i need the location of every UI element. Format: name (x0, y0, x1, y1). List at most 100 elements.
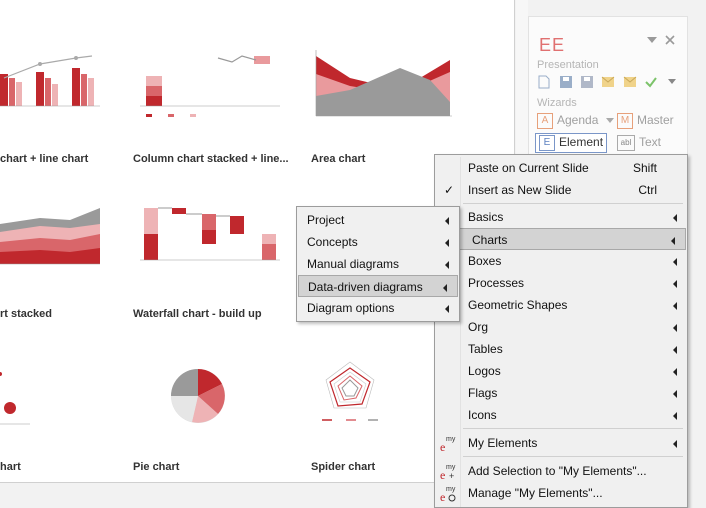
tile-label: chart + line chart (0, 153, 89, 165)
wizards-section-label: Wizards (537, 97, 577, 109)
tile-column-line-chart[interactable]: chart + line chart (0, 0, 120, 170)
tile-waterfall-build-up[interactable]: Waterfall chart - build up (130, 180, 300, 330)
submenu-item-diagram-options[interactable]: Diagram options (297, 297, 459, 319)
submenu-arrow-icon (673, 214, 677, 222)
ee-panel: EE Presentation Wizards A Agenda M Master … (528, 16, 688, 158)
charts-submenu: Project Concepts Manual diagrams Data-dr… (296, 206, 460, 322)
tile-column-stacked-line-chart[interactable]: Column chart stacked + line... (130, 0, 300, 170)
tile-label: Spider chart (311, 461, 376, 473)
menu-item-icons[interactable]: Icons (435, 404, 687, 426)
submenu-arrow-icon (673, 412, 677, 420)
my-elements-icon: mye (440, 436, 456, 452)
menu-item-add-selection-my-elements[interactable]: my e + Add Selection to "My Elements"... (435, 460, 687, 482)
element-wizard[interactable]: E Element (535, 133, 608, 153)
element-context-menu: Paste on Current Slide Shift ✓ Insert as… (434, 154, 688, 508)
menu-item-manage-my-elements[interactable]: my e Manage "My Elements"... (435, 482, 687, 504)
submenu-arrow-icon (445, 239, 449, 247)
tile-label: Waterfall chart - build up (133, 308, 262, 320)
menu-separator (463, 428, 683, 429)
agenda-wizard[interactable]: A Agenda (537, 113, 614, 129)
area-chart-thumbnail (315, 50, 452, 117)
tile-area-stacked-chart[interactable]: rt stacked (0, 180, 120, 330)
submenu-item-manual-diagrams[interactable]: Manual diagrams (297, 253, 459, 275)
save-icon[interactable] (559, 75, 573, 89)
submenu-arrow-icon (673, 440, 677, 448)
menu-label: Processes (468, 276, 525, 290)
menu-label: Charts (472, 233, 508, 247)
menu-label: Org (468, 320, 489, 334)
submenu-arrow-icon (673, 302, 677, 310)
menu-label: Concepts (307, 235, 358, 249)
element-icon: E (539, 135, 555, 151)
submenu-arrow-icon (671, 237, 675, 245)
menu-item-flags[interactable]: Flags (435, 382, 687, 404)
save-as-icon[interactable] (580, 75, 594, 89)
menu-label: Add Selection to "My Elements"... (468, 464, 647, 478)
menu-label: Paste on Current Slide (468, 161, 589, 175)
svg-text:e: e (440, 490, 445, 502)
tile-label: Area chart (311, 153, 366, 165)
svg-text:my: my (446, 464, 456, 471)
menu-item-org[interactable]: Org (435, 316, 687, 338)
manage-my-elements-icon: mye (440, 486, 456, 502)
menu-label: Icons (468, 408, 497, 422)
menu-item-basics[interactable]: Basics (435, 206, 687, 228)
menu-item-my-elements[interactable]: my e My Elements (435, 432, 687, 454)
menu-item-processes[interactable]: Processes (435, 272, 687, 294)
menu-item-geometric-shapes[interactable]: Geometric Shapes (435, 294, 687, 316)
submenu-arrow-icon (673, 390, 677, 398)
menu-item-paste-current-slide[interactable]: Paste on Current Slide Shift (435, 157, 687, 179)
tile-area-chart[interactable]: Area chart (310, 0, 470, 170)
tile-pie-chart[interactable]: Pie chart (130, 350, 300, 480)
submenu-arrow-icon (673, 368, 677, 376)
tile-label: hart (0, 461, 21, 473)
submenu-arrow-icon (673, 346, 677, 354)
menu-shortcut: Ctrl (638, 183, 657, 197)
menu-label: Data-driven diagrams (308, 280, 423, 294)
menu-item-charts[interactable]: Charts (436, 228, 686, 250)
collapse-panel-icon[interactable] (647, 37, 657, 45)
submenu-arrow-icon (445, 217, 449, 225)
menu-item-logos[interactable]: Logos (435, 360, 687, 382)
submenu-item-concepts[interactable]: Concepts (297, 231, 459, 253)
column-stacked-line-thumbnail (140, 55, 280, 117)
submenu-item-data-driven-diagrams[interactable]: Data-driven diagrams (298, 275, 458, 297)
add-my-element-icon: mye + (440, 464, 456, 480)
agenda-icon: A (537, 113, 553, 129)
more-options-icon[interactable] (668, 79, 682, 93)
close-panel-icon[interactable] (665, 35, 675, 45)
pie-thumbnail (171, 369, 225, 423)
bubble-thumbnail (0, 372, 30, 425)
submenu-arrow-icon (445, 261, 449, 269)
check-mark-icon: ✓ (444, 183, 455, 197)
menu-label: Geometric Shapes (468, 298, 568, 312)
svg-text:my: my (446, 436, 456, 443)
tile-label: rt stacked (0, 308, 52, 320)
agenda-dropdown-icon[interactable] (605, 118, 614, 124)
svg-text:+: + (449, 471, 454, 480)
menu-label: My Elements (468, 436, 538, 450)
new-document-icon[interactable] (537, 75, 551, 89)
tile-label: Pie chart (133, 461, 180, 473)
menu-separator (463, 203, 683, 204)
email-icon[interactable] (601, 76, 615, 90)
menu-label: Logos (468, 364, 501, 378)
menu-separator (463, 456, 683, 457)
tile-label: Column chart stacked + line... (133, 153, 289, 165)
submenu-arrow-icon (673, 258, 677, 266)
menu-label: Diagram options (307, 301, 395, 315)
text-wizard[interactable]: abl Text (617, 135, 661, 151)
submenu-item-project[interactable]: Project (297, 209, 459, 231)
ee-logo: EE (539, 35, 566, 55)
menu-item-insert-new-slide[interactable]: ✓ Insert as New Slide Ctrl (435, 179, 687, 201)
check-icon[interactable] (644, 75, 658, 89)
submenu-arrow-icon (445, 305, 449, 313)
menu-item-boxes[interactable]: Boxes (435, 250, 687, 272)
tile-bubble-chart[interactable]: hart (0, 350, 120, 480)
master-wizard[interactable]: M Master (617, 113, 674, 129)
menu-label: Flags (468, 386, 498, 400)
agenda-label: Agenda (557, 113, 599, 128)
menu-label: Project (307, 213, 345, 227)
menu-item-tables[interactable]: Tables (435, 338, 687, 360)
email-send-icon[interactable] (623, 76, 637, 90)
